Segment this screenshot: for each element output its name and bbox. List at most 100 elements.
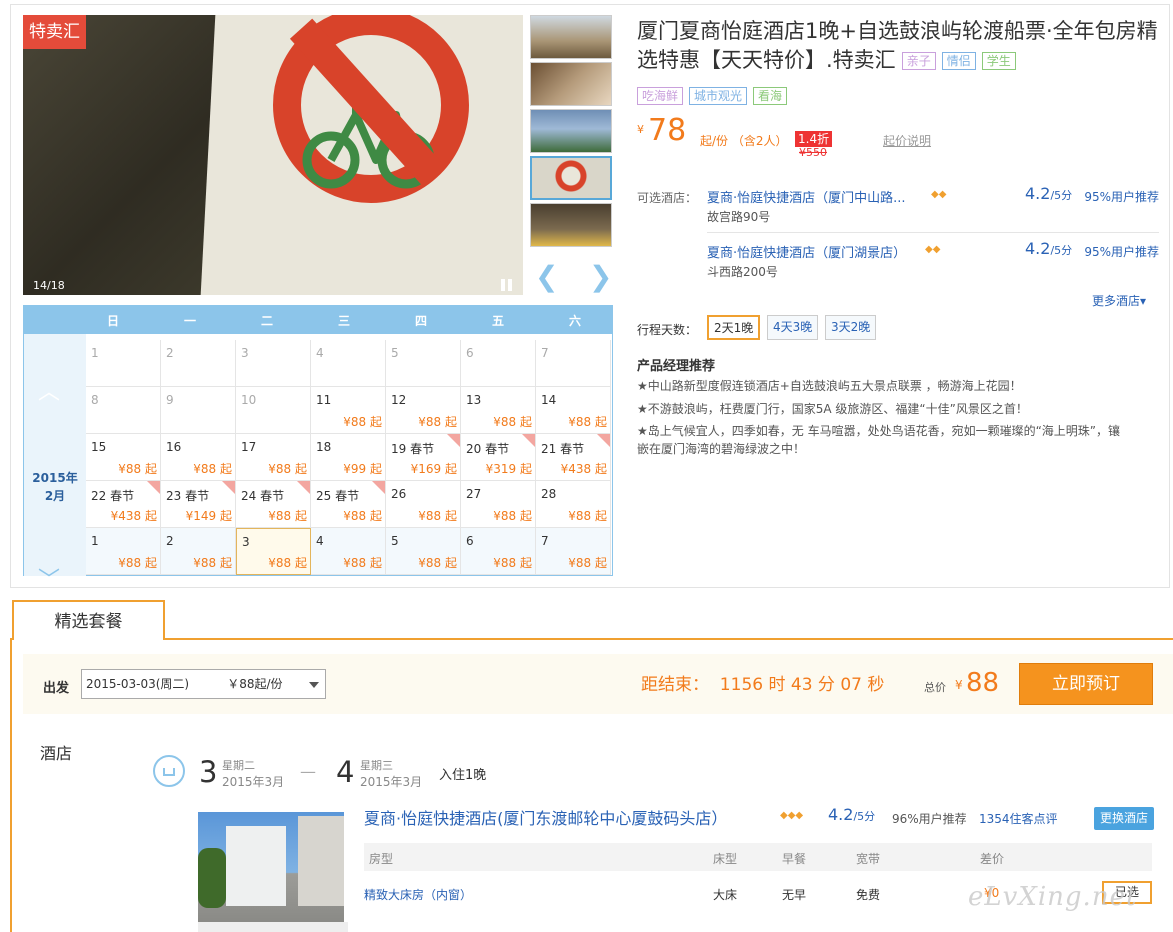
calendar-day-price: ¥438 起	[560, 462, 607, 476]
calendar-day-number: 6	[466, 346, 474, 360]
holiday-corner-icon	[222, 481, 235, 494]
thumbnail-active[interactable]	[530, 156, 612, 200]
thumbnail[interactable]	[530, 62, 612, 106]
calendar-day[interactable]: 11 ¥88 起	[311, 387, 386, 434]
room-type-link[interactable]: 精致大床房（内窗）	[364, 886, 472, 903]
calendar-day[interactable]: 19 春节 ¥169 起	[386, 434, 461, 481]
itinerary-option[interactable]: 4天3晚	[767, 315, 819, 340]
room-bed: 大床	[713, 888, 738, 902]
more-hotels-link[interactable]: 更多酒店▾	[1092, 292, 1146, 309]
calendar-day: 4	[311, 340, 386, 387]
calendar-day-number: 8	[91, 393, 99, 407]
calendar-day[interactable]: 4 ¥88 起	[311, 528, 386, 575]
price-value: 78	[648, 113, 687, 148]
diamond-rating-icon: ◆◆	[925, 244, 941, 255]
chevron-right-icon[interactable]: ❯	[589, 260, 612, 293]
calendar-day-number: 11	[316, 393, 332, 407]
calendar-day-number: 7	[541, 534, 549, 548]
calendar-day[interactable]: 7 ¥88 起	[536, 528, 611, 575]
calendar-day[interactable]: 26 ¥88 起	[386, 481, 461, 528]
calendar-day-price: ¥88 起	[343, 415, 382, 429]
calendar-weekday: 三	[337, 314, 350, 328]
hotel-option-name[interactable]: 夏商·怡庭快捷酒店（厦门中山路...	[707, 187, 906, 206]
product-tag[interactable]: 情侣	[941, 52, 976, 70]
discount-rate: 1.4折	[796, 132, 832, 146]
chevron-down-icon[interactable]: ﹀	[38, 562, 60, 594]
hotel-option-name[interactable]: 夏商·怡庭快捷酒店（厦门湖景店）	[707, 242, 906, 261]
price-note-link[interactable]: 起价说明	[883, 132, 931, 149]
manager-recommend-line: 嵌在厦门海湾的碧海绿波之中！	[637, 442, 806, 456]
change-hotel-button[interactable]: 更换酒店	[1094, 807, 1155, 830]
calendar-day: 10	[236, 387, 311, 434]
hotel-options-label: 可选酒店：	[637, 191, 698, 205]
calendar-day[interactable]: 5 ¥88 起	[386, 528, 461, 575]
sale-badge: 特卖汇	[23, 15, 86, 49]
depart-label: 出发	[43, 681, 70, 696]
depart-date-select[interactable]: 2015-03-03(周二) ￥88起/份	[81, 669, 326, 699]
itinerary-option[interactable]: 3天2晚	[825, 315, 877, 340]
calendar-day-price: ¥88 起	[568, 415, 607, 429]
chevron-left-icon[interactable]: ❮	[535, 260, 558, 293]
calendar-day-number: 1	[91, 346, 99, 360]
holiday-corner-icon	[297, 481, 310, 494]
thumbnail[interactable]	[530, 15, 612, 59]
calendar-day-number: 18	[316, 440, 332, 454]
product-tag[interactable]: 亲子	[901, 52, 936, 70]
total-price-label: 总价	[924, 681, 946, 694]
checkin-day: 3	[199, 755, 218, 789]
calendar-day[interactable]: 6 ¥88 起	[461, 528, 536, 575]
calendar-day[interactable]: 21 春节 ¥438 起	[536, 434, 611, 481]
holiday-corner-icon	[147, 481, 160, 494]
book-now-button[interactable]: 立即预订	[1019, 663, 1153, 705]
bed-icon	[153, 755, 185, 787]
selected-hotel-reviews-link[interactable]: 1354住客点评	[979, 810, 1058, 827]
calendar-day[interactable]: 13 ¥88 起	[461, 387, 536, 434]
calendar-day-number: 25 春节	[316, 489, 360, 503]
calendar-day[interactable]: 15 ¥88 起	[86, 434, 161, 481]
calendar-day[interactable]: 17 ¥88 起	[236, 434, 311, 481]
calendar-day-price: ¥88 起	[118, 462, 157, 476]
calendar-day[interactable]: 24 春节 ¥88 起	[236, 481, 311, 528]
calendar-day[interactable]: 14 ¥88 起	[536, 387, 611, 434]
watermark: eLvXing.net	[968, 882, 1138, 912]
product-tags-inline: 亲子 情侣 学生	[896, 48, 1016, 72]
thumbnail[interactable]	[530, 109, 612, 153]
hotel-photo[interactable]	[198, 812, 344, 922]
main-photo[interactable]	[23, 15, 523, 295]
calendar-day-number: 1	[91, 534, 99, 548]
itinerary-label: 行程天数：	[637, 323, 698, 337]
product-tag[interactable]: 学生	[981, 52, 1016, 70]
hotel-option-recommend: 95%用户推荐	[1084, 190, 1159, 204]
calendar-day-number: 16	[166, 440, 182, 454]
hotel-option[interactable]: 夏商·怡庭快捷酒店（厦门湖景店） ◆◆ 斗西路200号 4.2/5分 95%用户…	[707, 239, 1159, 294]
product-tag[interactable]: 吃海鲜	[637, 87, 684, 105]
calendar-day[interactable]: 22 春节 ¥438 起	[86, 481, 161, 528]
calendar-day[interactable]: 20 春节 ¥319 起	[461, 434, 536, 481]
calendar-day-number: 3	[241, 346, 249, 360]
chevron-up-icon[interactable]: ︿	[38, 374, 60, 406]
product-tag[interactable]: 城市观光	[689, 87, 748, 105]
calendar-day[interactable]: 18 ¥99 起	[311, 434, 386, 481]
calendar-day-selected[interactable]: 3 ¥88 起	[236, 528, 311, 575]
itinerary-option-selected[interactable]: 2天1晚	[707, 315, 761, 340]
calendar-day[interactable]: 1 ¥88 起	[86, 528, 161, 575]
checkin-month: 2015年3月	[222, 775, 285, 789]
manager-recommend-title: 产品经理推荐	[637, 359, 716, 374]
calendar-day[interactable]: 2 ¥88 起	[161, 528, 236, 575]
calendar-day[interactable]: 28 ¥88 起	[536, 481, 611, 528]
pause-icon[interactable]	[501, 279, 515, 291]
calendar-day-price: ¥88 起	[268, 556, 307, 570]
thumbnail[interactable]	[530, 203, 612, 247]
calendar-day-price: ¥88 起	[418, 556, 457, 570]
calendar-day[interactable]: 16 ¥88 起	[161, 434, 236, 481]
calendar-day[interactable]: 12 ¥88 起	[386, 387, 461, 434]
calendar-day[interactable]: 27 ¥88 起	[461, 481, 536, 528]
product-tag[interactable]: 看海	[753, 87, 788, 105]
calendar-day[interactable]: 23 春节 ¥149 起	[161, 481, 236, 528]
calendar-day-number: 6	[466, 534, 474, 548]
selected-hotel-name[interactable]: 夏商·怡庭快捷酒店(厦门东渡邮轮中心厦鼓码头店）	[364, 805, 727, 829]
calendar-day-number: 10	[241, 393, 257, 407]
tab-selected-package[interactable]: 精选套餐	[12, 600, 165, 640]
calendar-day[interactable]: 25 春节 ¥88 起	[311, 481, 386, 528]
calendar-day-number: 26	[391, 487, 407, 501]
